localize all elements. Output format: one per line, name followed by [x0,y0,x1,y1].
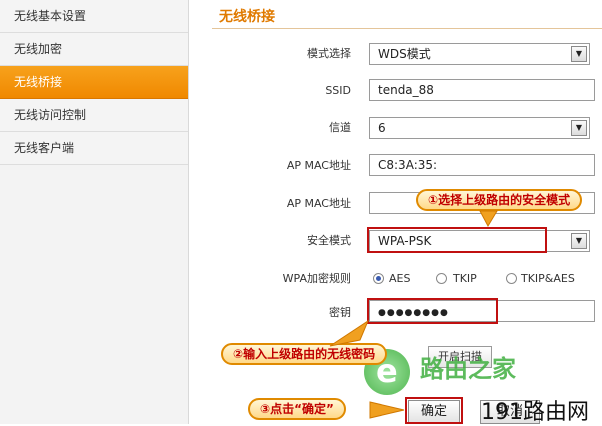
callout-arrows [329,210,498,419]
arrow-to-ok-button [369,401,405,419]
arrow-to-security-mode [479,210,498,228]
arrow-to-key [329,319,370,347]
